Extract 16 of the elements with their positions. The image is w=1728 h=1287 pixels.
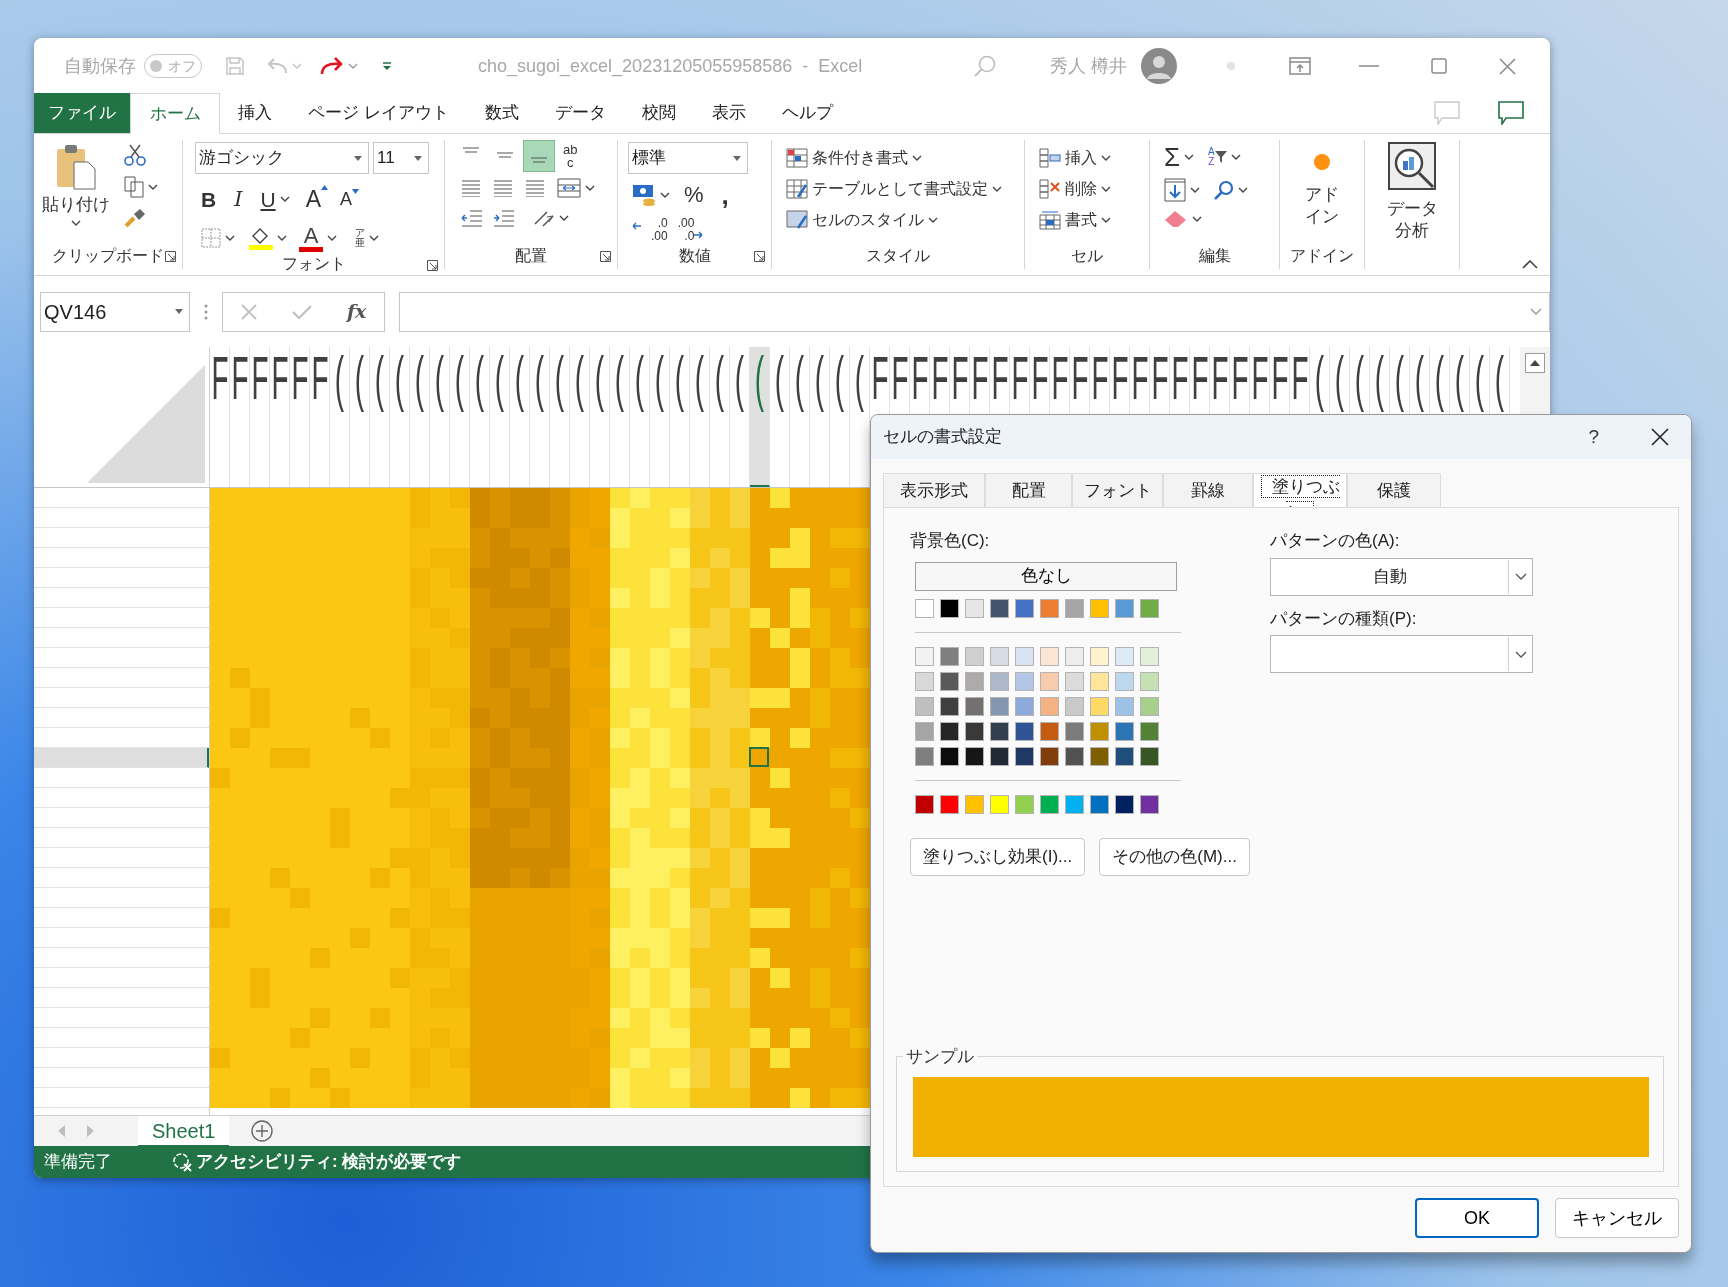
- group-label: 数値: [678, 246, 711, 266]
- group-label: セル: [1071, 246, 1103, 266]
- group-label: クリップボード: [52, 246, 164, 266]
- group-label: 配置: [515, 246, 547, 266]
- window-title: cho_sugoi_excel_20231205055958586 - Excel: [478, 54, 863, 79]
- field-label: パターンの種類(P):: [1270, 607, 1418, 630]
- dialog-title: セルの書式設定: [883, 426, 1002, 449]
- group-label: フォント: [281, 253, 346, 274]
- group-label: 編集: [1198, 246, 1231, 266]
- group-label: スタイル: [866, 246, 930, 266]
- field-label: 背景色(C):: [910, 530, 991, 552]
- group-label: アドイン: [1290, 246, 1354, 266]
- user-name: 秀人 樽井: [1050, 54, 1128, 78]
- field-label: パターンの色(A):: [1270, 530, 1401, 552]
- autosave-label: 自動保存: [64, 54, 136, 78]
- status-text: 準備完了: [44, 1151, 112, 1174]
